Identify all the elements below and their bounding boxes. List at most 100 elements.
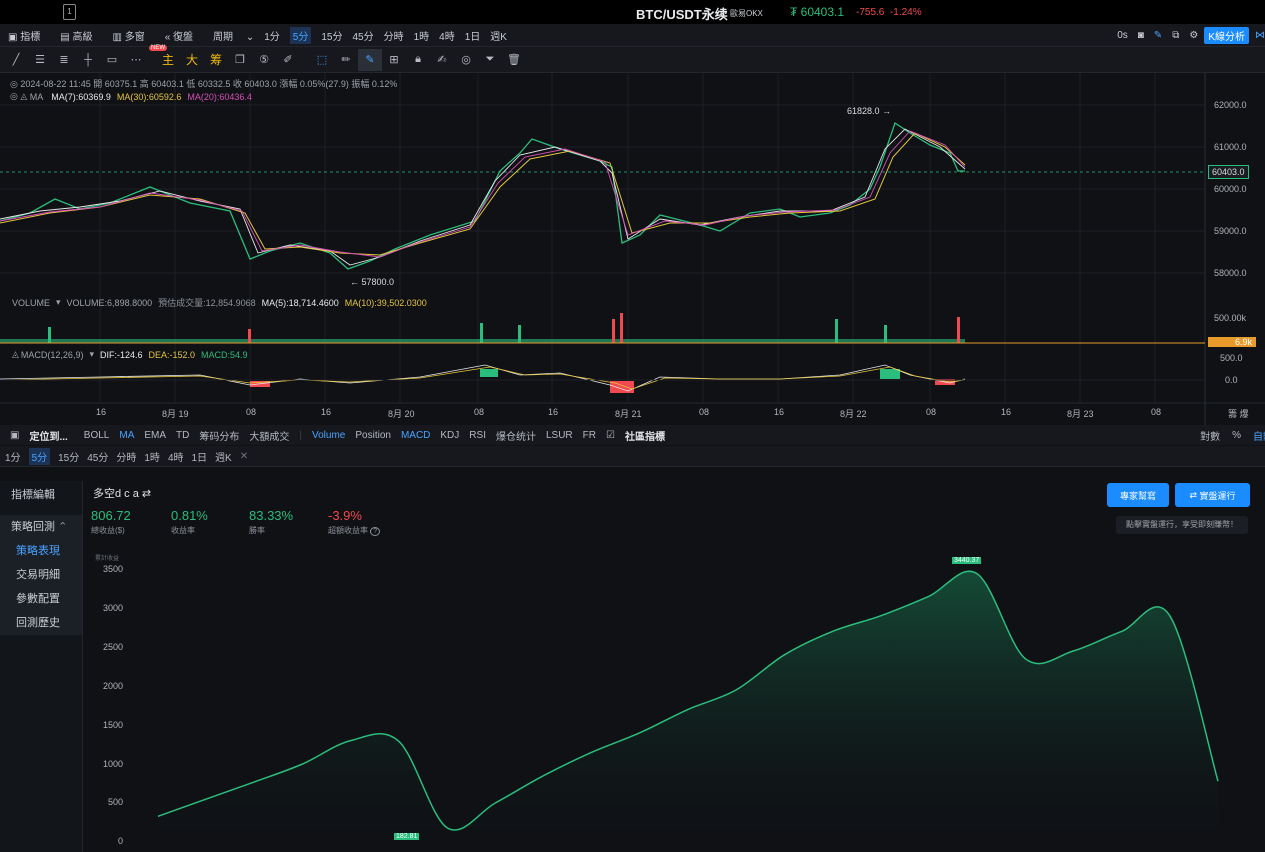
eraser-pen-icon[interactable]: ✐ <box>276 49 300 71</box>
macd-legend: ◬ MACD(12,26,9) ▾ DIF:-124.6 DEA:-152.0 … <box>12 349 248 360</box>
ray-tool-icon[interactable]: ┼ <box>76 49 100 71</box>
lock-icon[interactable]: 🔒︎ <box>406 49 430 71</box>
close-icon[interactable]: ✕ <box>240 451 248 462</box>
tab-rsi[interactable]: RSI <box>469 430 486 441</box>
tf2-4h[interactable]: 4時 <box>168 449 184 464</box>
channel-tool-icon[interactable]: ≣ <box>52 49 76 71</box>
camera-icon[interactable]: ◙ <box>1138 30 1144 41</box>
community-icon[interactable]: ☑ <box>606 430 615 441</box>
ruler-icon[interactable]: ✏ <box>334 49 358 71</box>
tf-1m[interactable]: 1分 <box>264 28 280 43</box>
chip-tool[interactable]: 筹 <box>204 49 228 71</box>
sidebar-item-performance[interactable]: 策略表現 <box>0 539 82 563</box>
tf-5m[interactable]: 5分 <box>289 26 312 44</box>
line-tool-icon[interactable]: ╱ <box>4 49 28 71</box>
tab-volume[interactable]: Volume <box>312 430 345 441</box>
tf-1w[interactable]: 週K <box>490 28 507 43</box>
ma30-line <box>0 132 966 256</box>
tf2-1m[interactable]: 1分 <box>5 449 21 464</box>
more-tools-icon[interactable]: ⋯ <box>124 49 148 71</box>
tf-1h[interactable]: 1時 <box>414 28 430 43</box>
pair-title[interactable]: BTC/USDT永续 <box>636 4 728 23</box>
ma-visibility-icon[interactable]: ◎ ◬ <box>10 91 27 102</box>
note-icon[interactable]: ✍ <box>430 49 454 71</box>
tab-ema[interactable]: EMA <box>144 430 166 441</box>
popout-icon[interactable]: ⧉ <box>1172 30 1179 41</box>
tab-ma[interactable]: MA <box>119 430 134 441</box>
select-tool-icon[interactable]: ⬚ <box>310 49 334 71</box>
axis-corner-label[interactable]: 籌 爆 <box>1228 407 1249 420</box>
sidebar-item-params[interactable]: 參數配置 <box>0 587 82 611</box>
indicator-tabs: ▣ 定位到... BOLL MA EMA TD 筹码分布 大額成交 | Volu… <box>0 425 1265 445</box>
locate-icon[interactable]: ▣ <box>10 430 19 441</box>
share-icon[interactable]: ⋈ <box>1255 30 1265 41</box>
tf-1d[interactable]: 1日 <box>465 28 481 43</box>
tf2-15m[interactable]: 15分 <box>58 449 79 464</box>
main-chip-tool[interactable]: 主 <box>156 49 180 71</box>
tf-45m[interactable]: 45分 <box>352 28 373 43</box>
multi-window-menu[interactable]: ▥ 多窗 <box>112 28 154 43</box>
tab-boll[interactable]: BOLL <box>84 430 110 441</box>
copy-icon[interactable]: ❐ <box>228 49 252 71</box>
ma-label[interactable]: MA <box>30 92 44 102</box>
tab-fr[interactable]: FR <box>583 430 596 441</box>
tf-timeline[interactable]: 分時 <box>384 28 404 43</box>
trash-icon[interactable]: 🗑︎ <box>502 49 526 71</box>
pattern-icon[interactable]: ⊞ <box>382 49 406 71</box>
tab-lsur[interactable]: LSUR <box>546 430 573 441</box>
eye-icon[interactable]: ◎ <box>454 49 478 71</box>
sidebar-item-trades[interactable]: 交易明細 <box>0 563 82 587</box>
sidebar-item-backtest[interactable]: 策略回測 ⌃ <box>0 515 82 539</box>
tab-position[interactable]: Position <box>355 430 391 441</box>
profit-area-fill <box>158 571 1218 842</box>
scale-options: 對數 % 自動 <box>1200 428 1265 443</box>
hline-tool-icon[interactable]: ☰ <box>28 49 52 71</box>
tab-chip-dist[interactable]: 筹码分布 <box>199 428 239 443</box>
locate-button[interactable]: 定位到... <box>29 428 67 443</box>
percent-scale-toggle[interactable]: % <box>1232 430 1241 441</box>
sidebar-item-edit[interactable]: 指標編輯 <box>0 483 82 507</box>
tab-td[interactable]: TD <box>176 430 189 441</box>
tf-4h[interactable]: 4時 <box>439 28 455 43</box>
tf2-1h[interactable]: 1時 <box>144 449 160 464</box>
macd-alert-icon[interactable]: ◬ <box>12 349 19 360</box>
tf2-5m[interactable]: 5分 <box>28 447 51 465</box>
advanced-menu[interactable]: ▤ 高級 <box>60 28 102 43</box>
indicator-menu[interactable]: ▣ 指標 <box>8 28 50 43</box>
window-icon[interactable]: 1 <box>63 4 76 20</box>
period-menu[interactable]: 周期 ⌄ <box>213 28 254 43</box>
rect-tool-icon[interactable]: ▭ <box>100 49 124 71</box>
auto-scale-toggle[interactable]: 自動 <box>1253 428 1265 443</box>
log-scale-toggle[interactable]: 對數 <box>1200 428 1220 443</box>
community-indicators[interactable]: 社區指標 <box>625 428 665 443</box>
tf2-timeline[interactable]: 分時 <box>116 449 136 464</box>
kline-analysis-button[interactable]: K線分析 <box>1204 27 1249 44</box>
five-min-icon[interactable]: ⑤ <box>252 49 276 71</box>
drawing-toolbar: ╱ ☰ ≣ ┼ ▭ ⋯ 主 大 筹 ❐ ⑤ ✐ ⬚ ✏ ✎ ⊞ 🔒︎ ✍ ◎ ⏷… <box>0 47 1265 73</box>
volume-value: VOLUME:6,898.8000 <box>66 297 153 308</box>
filter-icon[interactable]: ⏷ <box>478 49 502 71</box>
macd-label[interactable]: MACD(12,26,9) <box>21 350 84 360</box>
profit-area-chart[interactable] <box>83 470 1265 852</box>
macd-dropdown-icon[interactable]: ▾ <box>89 349 94 360</box>
tf2-1w[interactable]: 週K <box>215 449 232 464</box>
tab-big-trade[interactable]: 大額成交 <box>249 428 289 443</box>
replay-menu[interactable]: « 復盤 <box>165 28 203 43</box>
big-order-tool[interactable]: 大 <box>180 49 204 71</box>
advanced-menu-label: 高級 <box>72 31 93 43</box>
settings-icon[interactable]: ⚙ <box>1189 30 1198 41</box>
draw-mode-icon[interactable]: ✎ <box>358 48 382 71</box>
volume-label[interactable]: VOLUME <box>12 298 50 308</box>
tab-liquidation[interactable]: 爆仓统计 <box>496 428 536 443</box>
pen-icon[interactable]: ✎ <box>1154 30 1162 41</box>
tab-macd[interactable]: MACD <box>401 430 430 441</box>
tf-15m[interactable]: 15分 <box>321 28 342 43</box>
volume-dropdown-icon[interactable]: ▾ <box>56 297 61 308</box>
tab-kdj[interactable]: KDJ <box>440 430 459 441</box>
kline-chart[interactable]: ◎ 2024-08-22 11:45 開 60375.1 高 60403.1 低… <box>0 73 1265 425</box>
tf2-45m[interactable]: 45分 <box>87 449 108 464</box>
tf2-1d[interactable]: 1日 <box>192 449 208 464</box>
period-label: 周期 <box>213 31 234 43</box>
sidebar-item-history[interactable]: 回測歷史 <box>0 611 82 635</box>
price-tick: 59000.0 <box>1214 226 1247 236</box>
